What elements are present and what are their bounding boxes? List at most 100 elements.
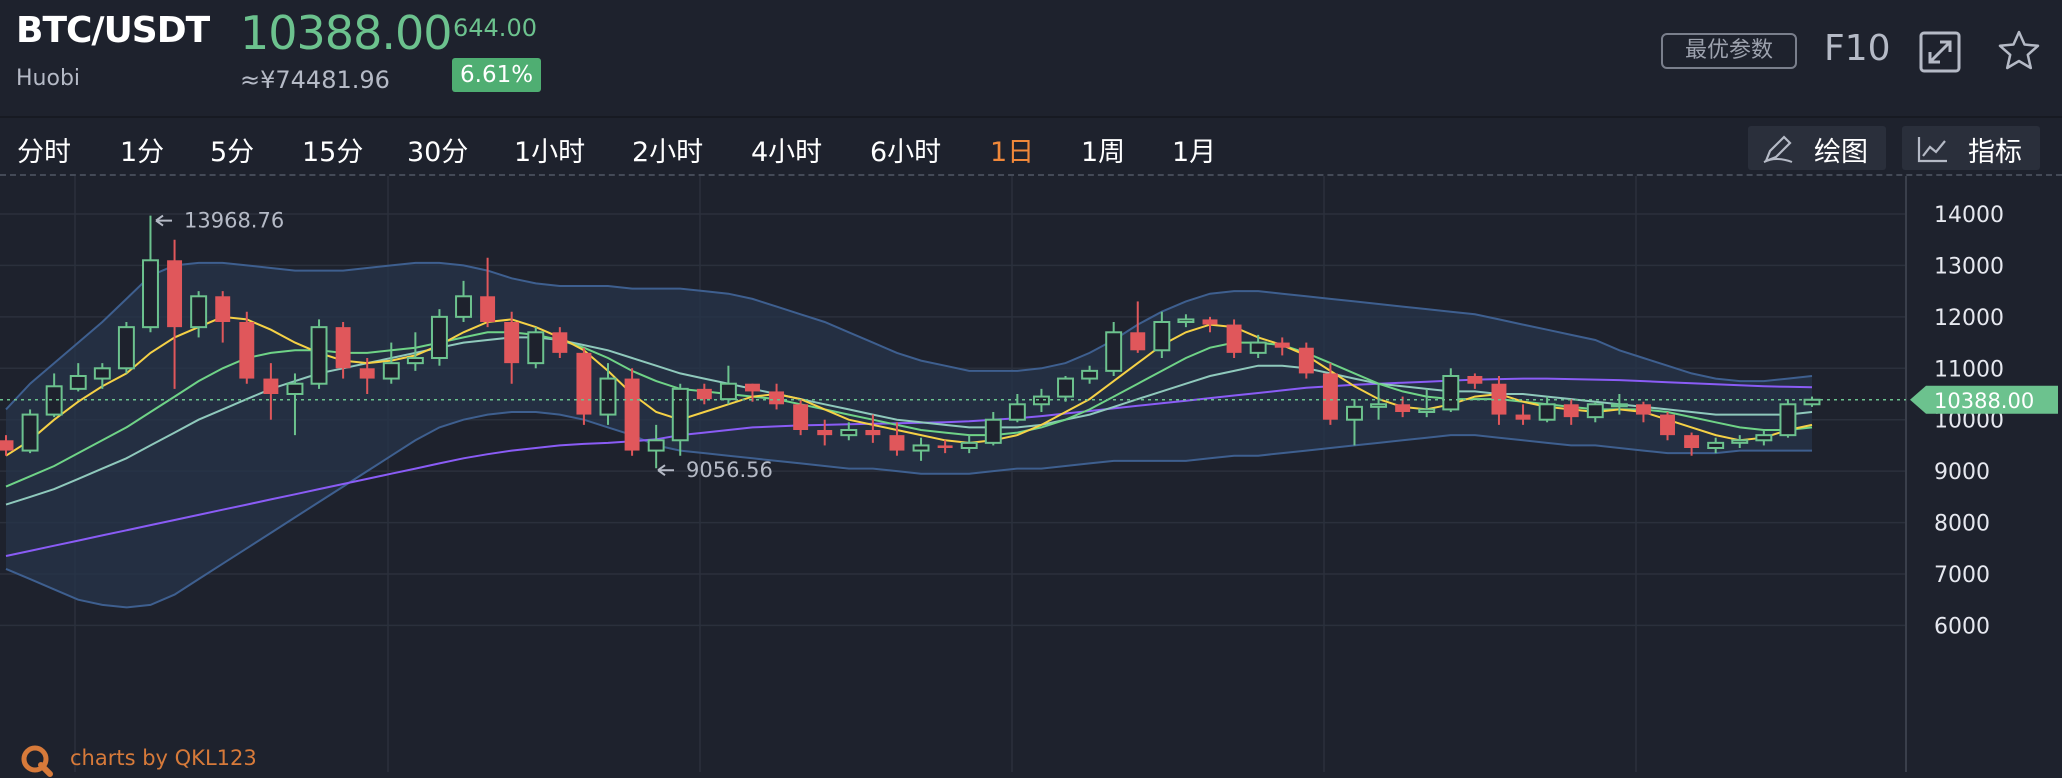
candle: [1298, 342, 1314, 379]
candle-body: [455, 295, 472, 318]
tab-1month[interactable]: 1月: [1172, 130, 1216, 169]
candle-body: [1130, 332, 1146, 351]
candle-body: [93, 367, 111, 380]
candle-body: [960, 441, 978, 450]
candle-body: [1467, 376, 1483, 384]
f10-button[interactable]: F10: [1824, 28, 1891, 69]
candle-body: [1057, 377, 1074, 398]
candle-body: [1442, 375, 1460, 411]
candle: [1105, 322, 1123, 376]
draw-button[interactable]: 绘图: [1748, 126, 1886, 170]
last-price: 10388.00: [240, 6, 452, 60]
y-tick-label: 6000: [1934, 614, 1990, 639]
candle-body: [984, 418, 1002, 444]
tab-1hour[interactable]: 1小时: [514, 130, 585, 169]
candle-body: [359, 368, 375, 379]
draw-label: 绘图: [1814, 137, 1868, 168]
period-tabs: 分时 1分 5分 15分 30分 1小时 2小时 4小时 6小时 1日 1周 1…: [0, 116, 2062, 176]
candle-body: [406, 357, 424, 365]
candle-body: [1586, 403, 1604, 419]
indicator-button[interactable]: 指标: [1902, 126, 2040, 170]
kline-chart[interactable]: 14000 13000 12000 11000 10000 9000 8000 7000 600…: [0, 176, 2062, 772]
candle-body: [21, 413, 39, 452]
y-tick-label: 11000: [1934, 357, 2004, 382]
candle-body: [840, 429, 858, 437]
candle-body: [1274, 342, 1290, 348]
candle-body: [1515, 414, 1531, 420]
candle-body: [1610, 403, 1628, 408]
candle-body: [1707, 441, 1725, 450]
candle-body: [310, 326, 328, 385]
candle-body: [1660, 414, 1675, 436]
candle-body: [190, 295, 208, 329]
candle: [1779, 399, 1797, 438]
candle-body: [1635, 404, 1651, 415]
tab-6hour[interactable]: 6小时: [870, 130, 941, 169]
candle-body: [937, 445, 953, 448]
y-tick-label: 9000: [1934, 460, 1990, 485]
candle-body: [335, 327, 351, 369]
bollinger-band: [5, 261, 1813, 609]
candle-body: [504, 322, 520, 364]
tab-timeshare[interactable]: 分时: [17, 130, 71, 169]
tab-2hour[interactable]: 2小时: [632, 130, 703, 169]
candle-body: [382, 362, 400, 380]
candle-body: [647, 439, 665, 452]
candle: [430, 309, 448, 366]
tab-1day[interactable]: 1日: [990, 130, 1034, 169]
candle-body: [1779, 403, 1797, 437]
candle-body: [624, 378, 640, 451]
last-price-label: 10388.00: [1934, 389, 2034, 413]
candle-body: [1226, 324, 1242, 353]
candle: [142, 215, 159, 333]
price-change: 644.00: [453, 14, 537, 42]
high-arrow: [155, 214, 172, 227]
candle-body: [793, 404, 809, 430]
tab-4hour[interactable]: 4小时: [751, 130, 822, 169]
indicator-label: 指标: [1968, 137, 2022, 168]
tab-1week[interactable]: 1周: [1081, 130, 1125, 169]
candle: [239, 311, 255, 384]
candle-body: [552, 332, 568, 353]
candle-body: [430, 315, 448, 360]
candle-body: [1008, 403, 1026, 421]
y-tick-label: 12000: [1934, 306, 2004, 331]
star-icon[interactable]: [1996, 28, 2040, 72]
candle-body: [239, 322, 255, 379]
candle-body: [1322, 373, 1338, 420]
candle-body: [263, 378, 279, 394]
candle-body: [1370, 403, 1388, 408]
expand-icon[interactable]: [1918, 30, 1962, 74]
change-percent-badge: 6.61%: [452, 58, 542, 92]
candle-body: [1081, 369, 1099, 380]
candle-body: [912, 444, 930, 452]
candle-body: [769, 391, 785, 405]
candle: [310, 319, 328, 389]
watermark-text: charts by QKL123: [70, 746, 257, 770]
candle: [527, 327, 545, 369]
bollinger-fill: [6, 262, 1812, 608]
candle-body: [527, 331, 545, 365]
candle-body: [142, 259, 159, 329]
candle-body: [719, 382, 737, 401]
exchange-name: Huobi: [16, 66, 81, 91]
qkl123-logo-icon: [21, 745, 53, 777]
tab-30min[interactable]: 30分: [407, 130, 468, 169]
candle: [1226, 319, 1242, 358]
candle: [793, 399, 809, 436]
y-tick-label: 14000: [1934, 203, 2004, 228]
high-label: 13968.76: [184, 209, 284, 233]
tab-5min[interactable]: 5分: [210, 130, 254, 169]
kline-svg[interactable]: 1400013000120001100010000900080007000600…: [0, 176, 2062, 772]
candle-body: [745, 383, 760, 392]
candle-body: [167, 260, 183, 328]
candle: [576, 347, 592, 425]
candle-body: [1177, 318, 1195, 324]
candle-body: [889, 435, 905, 451]
candle-body: [1346, 405, 1363, 421]
candle-body: [696, 388, 712, 400]
y-tick-label: 7000: [1934, 563, 1990, 588]
tab-1min[interactable]: 1分: [120, 130, 164, 169]
tab-15min[interactable]: 15分: [302, 130, 363, 169]
optimal-params-button[interactable]: 最优参数: [1661, 33, 1797, 69]
